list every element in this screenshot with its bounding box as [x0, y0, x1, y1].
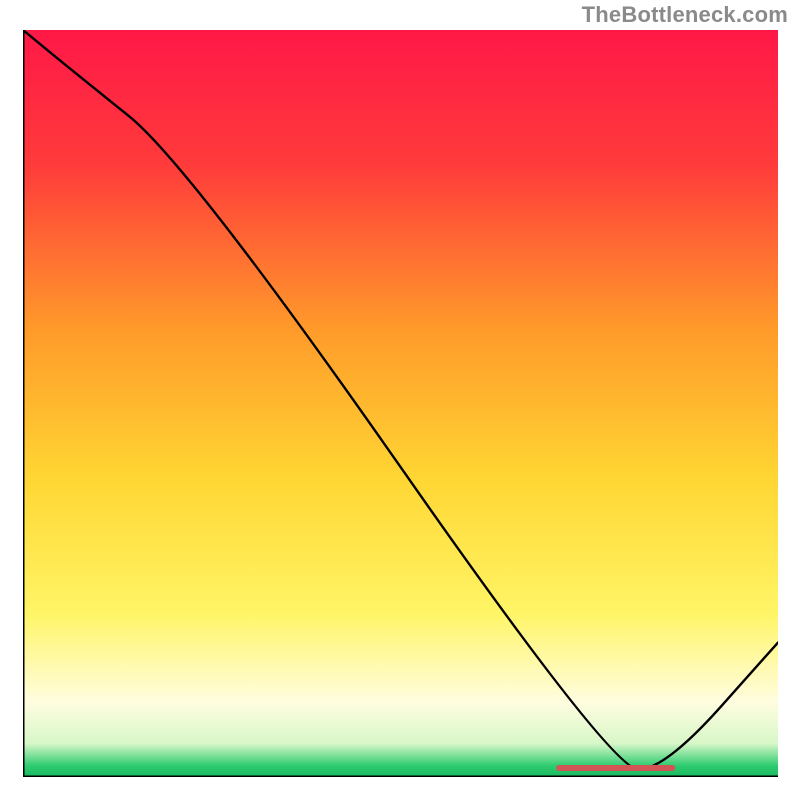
gradient-background [23, 30, 778, 777]
chart-svg [23, 30, 778, 777]
watermark-text: TheBottleneck.com [582, 2, 788, 28]
plot-area [23, 30, 778, 777]
chart-stage: TheBottleneck.com [0, 0, 800, 800]
